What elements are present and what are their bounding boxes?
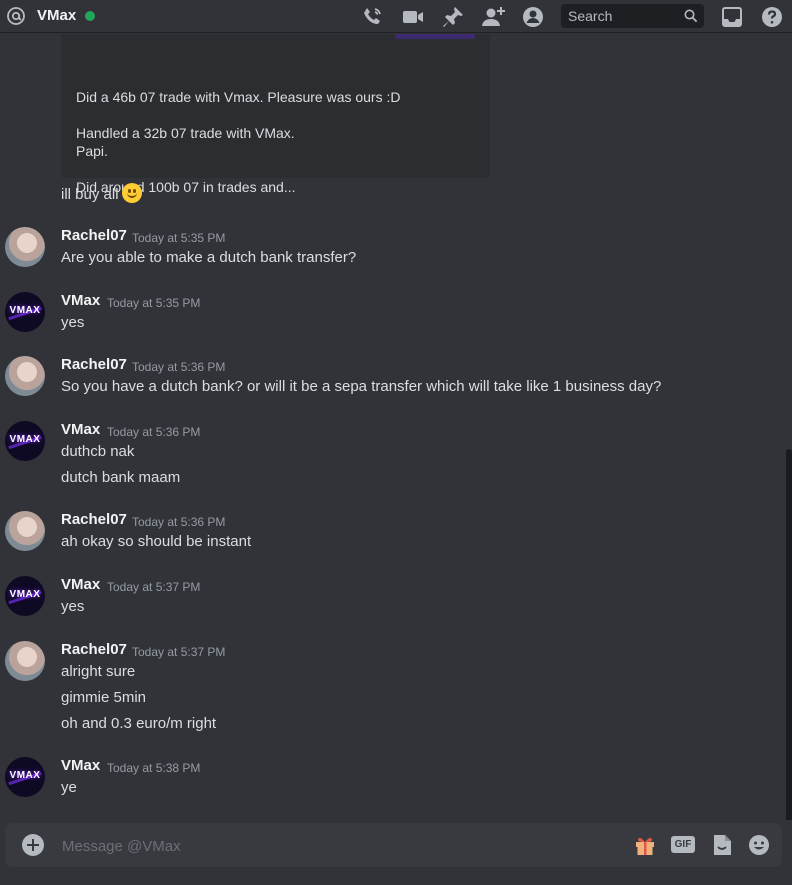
message-author[interactable]: Rachel07 [61, 511, 127, 528]
avatar[interactable]: VMAX [5, 292, 45, 332]
embed-line: Did a 46b 07 trade with Vmax. Pleasure w… [76, 89, 401, 105]
message-author[interactable]: VMax [61, 421, 100, 438]
add-attachment-button[interactable] [22, 834, 44, 856]
message-text: ye [61, 779, 77, 796]
gif-button[interactable]: GIF [671, 836, 695, 853]
slightly-smiling-face-icon [121, 183, 142, 203]
message-text: yes [61, 598, 85, 615]
message-text: gimmie 5min [61, 689, 147, 706]
message-text: oh and 0.3 euro/m right [61, 715, 217, 732]
message-author[interactable]: VMax [61, 757, 100, 774]
avatar[interactable] [5, 227, 45, 267]
at-icon [7, 7, 25, 25]
message-timestamp: Today at 5:38 PM [107, 761, 201, 775]
message-timestamp: Today at 5:36 PM [132, 360, 226, 374]
message-timestamp: Today at 5:35 PM [132, 231, 226, 245]
online-status-indicator [85, 11, 95, 21]
message-text: ah okay so should be instant [61, 533, 252, 550]
avatar[interactable]: VMAX [5, 576, 45, 616]
message-input[interactable] [60, 834, 604, 858]
search-icon [684, 9, 698, 23]
message-text: So you have a dutch bank? or will it be … [61, 378, 662, 395]
scrollbar[interactable] [786, 449, 792, 820]
message-timestamp: Today at 5:37 PM [107, 580, 201, 594]
quoted-embed: Did a 46b 07 trade with Vmax. Pleasure w… [61, 34, 490, 195]
message-author[interactable]: Rachel07 [61, 641, 127, 658]
channel-title: VMax [37, 7, 77, 24]
message-author[interactable]: VMax [61, 576, 100, 593]
message-timestamp: Today at 5:36 PM [132, 515, 226, 529]
search-bar[interactable]: Search [561, 4, 704, 28]
add-friend-icon[interactable] [481, 5, 505, 29]
profile-icon[interactable] [521, 5, 545, 29]
message-text: ill buy all [61, 186, 119, 203]
message-text: alright sure [61, 663, 136, 680]
message-text: yes [61, 314, 85, 331]
message-author[interactable]: Rachel07 [61, 356, 127, 373]
message-timestamp: Today at 5:36 PM [107, 425, 201, 439]
emoji-icon[interactable] [747, 833, 771, 857]
embed-line: Papi. [76, 143, 108, 159]
message-text: Are you able to make a dutch bank transf… [61, 249, 357, 266]
avatar[interactable]: VMAX [5, 757, 45, 797]
video-icon[interactable] [401, 5, 425, 29]
call-icon[interactable] [361, 5, 385, 29]
avatar[interactable] [5, 641, 45, 681]
help-icon[interactable] [760, 5, 784, 29]
message-timestamp: Today at 5:37 PM [132, 645, 226, 659]
message-text: duthcb nak [61, 443, 135, 460]
message-author[interactable]: VMax [61, 292, 100, 309]
gift-icon[interactable] [633, 833, 657, 857]
message-author[interactable]: Rachel07 [61, 227, 127, 244]
channel-header: VMax Search [0, 0, 792, 33]
avatar[interactable]: VMAX [5, 421, 45, 461]
message-text: dutch bank maam [61, 469, 181, 486]
embed-line: Handled a 32b 07 trade with VMax. [76, 125, 295, 141]
message-content: ill buy all [61, 183, 142, 203]
message-list[interactable]: Did a 46b 07 trade with Vmax. Pleasure w… [0, 34, 792, 820]
inbox-icon[interactable] [720, 5, 744, 29]
message-timestamp: Today at 5:35 PM [107, 296, 201, 310]
avatar[interactable] [5, 511, 45, 551]
message-composer: GIF [5, 823, 782, 867]
pin-icon[interactable] [441, 5, 465, 29]
search-placeholder: Search [568, 8, 613, 24]
avatar[interactable] [5, 356, 45, 396]
embed-image-edge [395, 34, 475, 39]
sticker-icon[interactable] [710, 833, 734, 857]
